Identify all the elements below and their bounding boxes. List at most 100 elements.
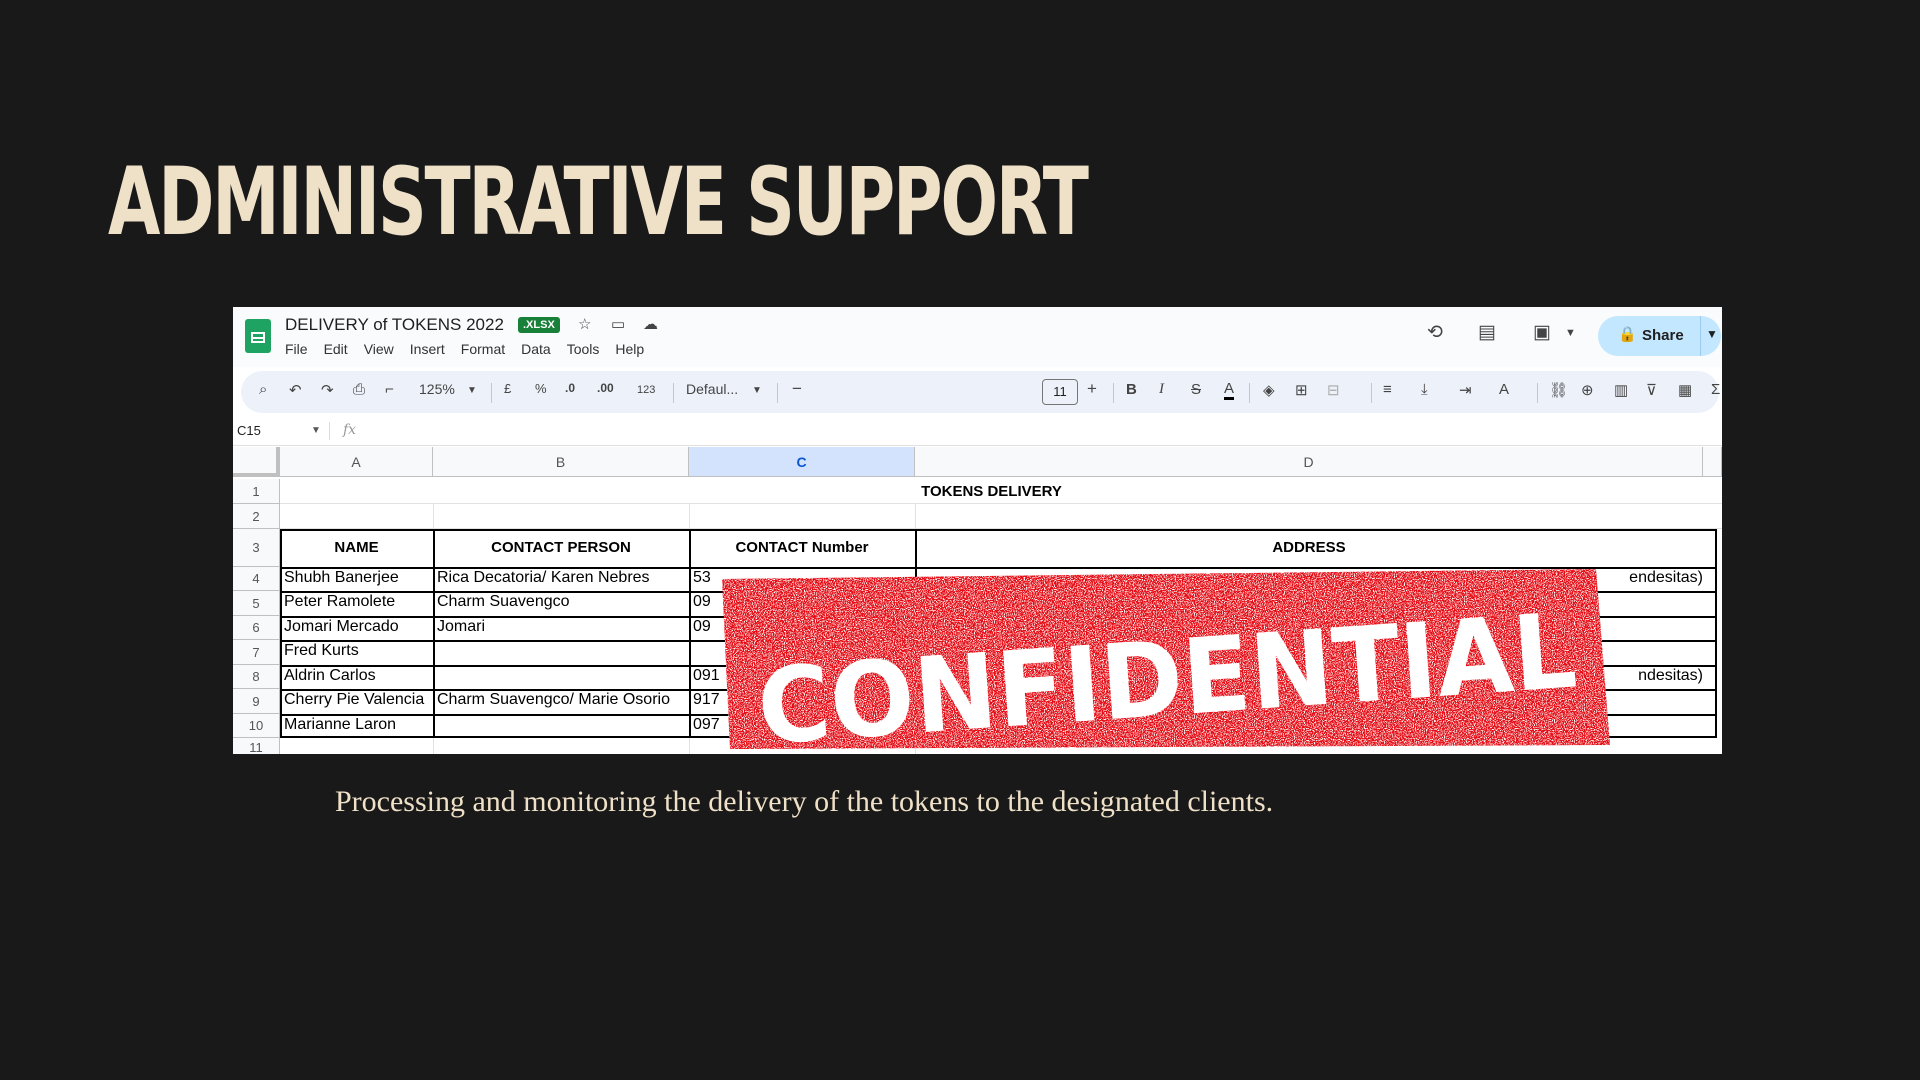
share-label: Share [1642, 327, 1684, 344]
meet-video-icon[interactable]: ▣ [1533, 321, 1551, 344]
menu-view[interactable]: View [364, 341, 394, 357]
toolbar-separator [777, 383, 778, 403]
cell-address[interactable]: endesitas) [1618, 569, 1703, 587]
text-color-button[interactable]: A [1224, 381, 1235, 400]
cell-contact-person[interactable]: Jomari [437, 618, 687, 636]
document-title[interactable]: DELIVERY of TOKENS 2022 [285, 315, 504, 335]
functions-button[interactable]: Σ [1711, 381, 1720, 398]
row-header-9[interactable]: 9 [233, 689, 280, 714]
row-header-8[interactable]: 8 [233, 665, 280, 689]
menu-format[interactable]: Format [461, 341, 505, 357]
italic-button[interactable]: I [1159, 381, 1164, 398]
spreadsheet-screenshot: DELIVERY of TOKENS 2022 .XLSX ☆ ▭ ☁ File… [233, 307, 1722, 754]
filter-icon[interactable]: ⊽ [1646, 381, 1657, 399]
row-header-7[interactable]: 7 [233, 640, 280, 665]
increase-decimal-button[interactable]: .00 [597, 381, 614, 395]
share-button[interactable]: 🔒 Share ▼ [1598, 316, 1721, 356]
redo-icon[interactable]: ↷ [321, 381, 334, 399]
insert-chart-icon[interactable]: ▥ [1614, 381, 1628, 399]
star-icon[interactable]: ☆ [578, 315, 591, 333]
text-wrapping-icon[interactable]: ⇥ [1459, 381, 1472, 399]
font-size-input[interactable]: 11 [1042, 379, 1078, 405]
cell-name[interactable]: Shubh Banerjee [284, 569, 431, 587]
formula-separator [329, 422, 330, 440]
zoom-dropdown-icon[interactable]: ▼ [467, 385, 477, 396]
row-header-11[interactable]: 11 [233, 738, 280, 754]
text-rotation-icon[interactable]: A [1499, 381, 1509, 398]
percent-format-button[interactable]: % [535, 381, 547, 396]
header-contact-number[interactable]: CONTACT Number [689, 539, 915, 556]
share-dropdown-icon[interactable]: ▼ [1706, 327, 1718, 341]
column-header-e[interactable] [1703, 447, 1722, 477]
row-header-5[interactable]: 5 [233, 591, 280, 616]
cell-contact-person[interactable]: Charm Suavengco [437, 593, 687, 611]
insert-link-icon[interactable]: ⛓ [1549, 381, 1568, 399]
column-header-a[interactable]: A [280, 447, 433, 477]
cloud-status-icon[interactable]: ☁ [643, 315, 658, 333]
menu-data[interactable]: Data [521, 341, 551, 357]
header-address[interactable]: ADDRESS [915, 539, 1703, 556]
row-header-10[interactable]: 10 [233, 714, 280, 738]
cell-contact-person[interactable]: Charm Suavengco/ Marie Osorio [437, 691, 687, 709]
row-header-6[interactable]: 6 [233, 616, 280, 640]
header-contact-person[interactable]: CONTACT PERSON [433, 539, 689, 556]
menu-help[interactable]: Help [615, 341, 644, 357]
font-select[interactable]: Defaul... [686, 381, 738, 397]
print-icon[interactable]: ⎙ [353, 381, 365, 398]
column-header-b[interactable]: B [433, 447, 689, 477]
move-folder-icon[interactable]: ▭ [611, 315, 625, 333]
grid-line [433, 503, 434, 529]
undo-icon[interactable]: ↶ [289, 381, 302, 399]
table-title[interactable]: TOKENS DELIVERY [280, 483, 1703, 500]
cell-name[interactable]: Cherry Pie Valencia [284, 691, 431, 709]
column-header-d[interactable]: D [915, 447, 1703, 477]
select-all-corner[interactable] [233, 447, 280, 477]
row-header-2[interactable]: 2 [233, 504, 280, 529]
share-divider [1700, 316, 1701, 356]
vertical-align-icon[interactable]: ⤓ [1421, 381, 1428, 398]
filter-views-icon[interactable]: ▦ [1678, 381, 1692, 399]
row-header-1[interactable]: 1 [233, 479, 280, 504]
number-format-button[interactable]: 123 [637, 384, 655, 396]
font-dropdown-icon[interactable]: ▼ [752, 385, 762, 396]
decrease-font-size-icon[interactable]: − [792, 379, 802, 399]
menu-edit[interactable]: Edit [324, 341, 348, 357]
sheets-logo-icon[interactable] [245, 319, 271, 353]
table-border [433, 529, 435, 738]
horizontal-align-icon[interactable]: ≡ [1383, 381, 1392, 398]
borders-icon[interactable]: ⊞ [1295, 381, 1308, 399]
cell-address[interactable]: ndesitas) [1618, 667, 1703, 685]
currency-format-button[interactable]: £ [504, 381, 511, 396]
bold-button[interactable]: B [1126, 381, 1137, 398]
zoom-select[interactable]: 125% [419, 381, 455, 397]
merge-cells-icon[interactable]: ⊟ [1327, 381, 1340, 399]
cell-name[interactable]: Aldrin Carlos [284, 667, 431, 685]
cell-contact-person[interactable]: Rica Decatoria/ Karen Nebres [437, 569, 687, 587]
column-header-c[interactable]: C [689, 447, 915, 477]
search-menus-icon[interactable]: ⌕ [259, 381, 267, 398]
name-box[interactable]: C15 [237, 423, 261, 438]
decrease-decimal-button[interactable]: .0 [565, 381, 575, 395]
meet-dropdown-icon[interactable]: ▼ [1565, 327, 1576, 339]
increase-font-size-icon[interactable]: + [1087, 379, 1097, 399]
comments-icon[interactable]: ▤ [1478, 321, 1496, 344]
row-header-4[interactable]: 4 [233, 567, 280, 591]
paint-format-icon[interactable]: ⌐ [385, 381, 394, 398]
row-header-3[interactable]: 3 [233, 529, 280, 567]
strikethrough-button[interactable]: S [1191, 381, 1201, 398]
cell-name[interactable]: Jomari Mercado [284, 618, 431, 636]
cell-name[interactable]: Peter Ramolete [284, 593, 431, 611]
grid-line [280, 528, 1722, 529]
name-box-dropdown-icon[interactable]: ▼ [311, 425, 321, 436]
menu-insert[interactable]: Insert [410, 341, 445, 357]
menu-file[interactable]: File [285, 341, 308, 357]
header-name[interactable]: NAME [280, 539, 433, 556]
menu-tools[interactable]: Tools [567, 341, 600, 357]
cell-name[interactable]: Fred Kurts [284, 642, 431, 660]
version-history-icon[interactable]: ⟲ [1427, 321, 1443, 344]
grid-line [280, 503, 1722, 504]
cell-name[interactable]: Marianne Laron [284, 716, 431, 734]
fill-color-icon[interactable]: ◈ [1263, 381, 1275, 399]
insert-comment-icon[interactable]: ⊕ [1581, 381, 1594, 399]
toolbar-separator [1537, 383, 1538, 403]
